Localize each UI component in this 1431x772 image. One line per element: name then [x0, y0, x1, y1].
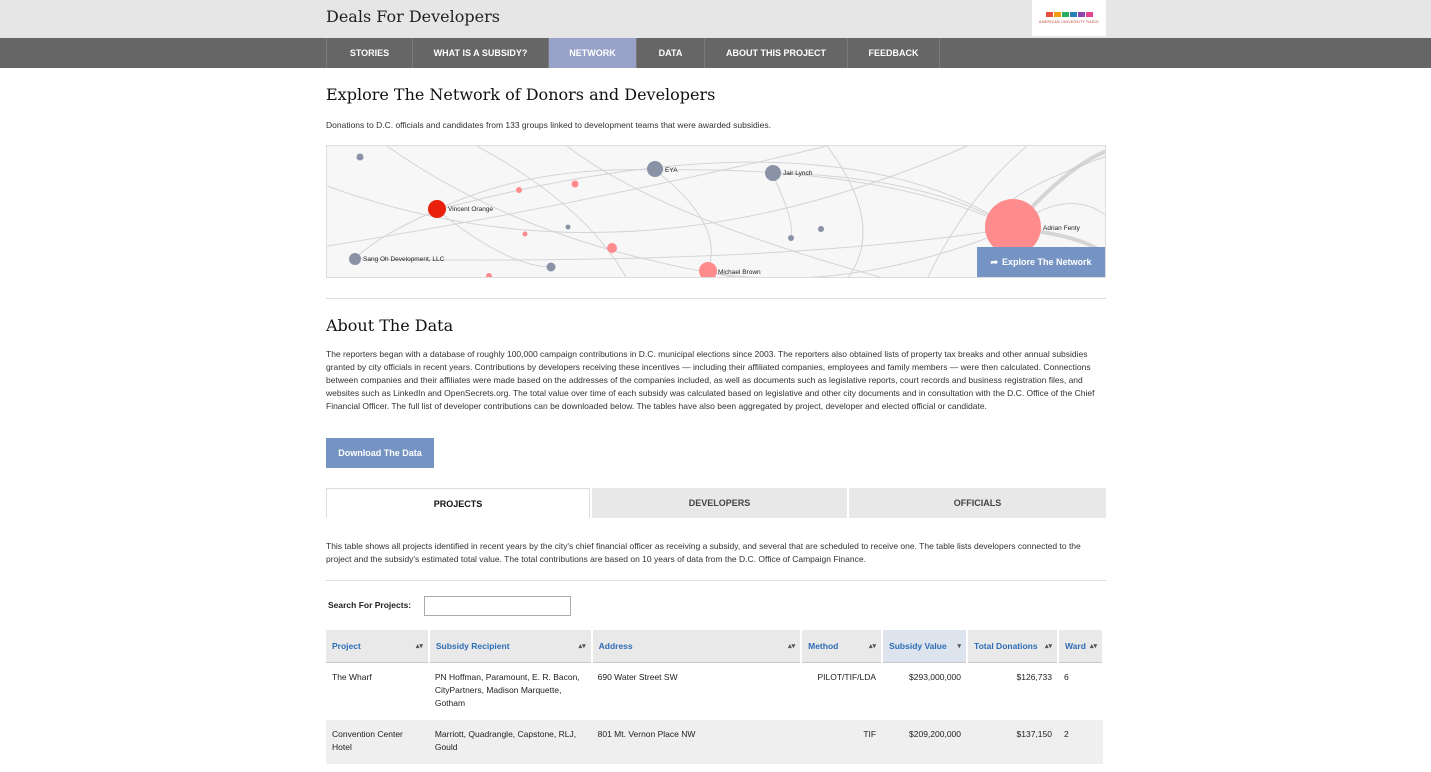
explore-network-label: Explore The Network: [1002, 257, 1092, 267]
tab-officials[interactable]: OFFICIALS: [849, 488, 1106, 518]
data-tabs: PROJECTS DEVELOPERS OFFICIALS: [326, 488, 1106, 518]
node-official: [522, 231, 528, 237]
main-nav-bar: STORIES WHAT IS A SUBSIDY? NETWORK DATA …: [0, 38, 1431, 68]
label-jair-lynch: Jair Lynch: [783, 170, 813, 177]
node-official: [571, 180, 579, 188]
column-header-address[interactable]: Address ▴▾: [591, 630, 803, 663]
cell-subsidy-recipient: PN Hoffman, Paramount, E. R. Bacon, City…: [434, 671, 580, 708]
node-developer: [818, 226, 824, 232]
tab-projects[interactable]: PROJECTS: [326, 488, 590, 518]
node-official: [607, 243, 617, 253]
logo-mark: [1045, 12, 1093, 17]
cell-method: TIF: [801, 719, 883, 764]
node-official: [486, 273, 492, 277]
about-heading: About The Data: [326, 316, 454, 335]
cell-address: 801 Mt. Vernon Place NW: [591, 719, 802, 764]
logo-color-block: [1077, 12, 1085, 17]
projects-table: Project ▴▾ Subsidy Recipient ▴▾ Address ▴▾ …: [326, 630, 1105, 764]
site-title[interactable]: Deals For Developers: [326, 7, 500, 26]
sort-arrows-icon: ▴▾: [578, 642, 586, 650]
node-developer: [788, 235, 794, 241]
node-jair-lynch: [765, 165, 781, 181]
cell-total-donations: $126,733: [1016, 671, 1052, 682]
logo-color-block: [1053, 12, 1061, 17]
sort-arrows-icon: ▴▾: [1089, 642, 1097, 650]
cell-method: PILOT/TIF/LDA: [817, 671, 877, 682]
nav-stories[interactable]: STORIES: [327, 38, 413, 68]
label-sang-oh-development: Sang Oh Development, LLC: [363, 256, 445, 263]
cell-subsidy-value: $209,200,000: [882, 719, 968, 764]
tab-developers[interactable]: DEVELOPERS: [592, 488, 847, 518]
column-header-project[interactable]: Project ▴▾: [326, 630, 430, 663]
cell-ward: 2: [1057, 719, 1103, 764]
logo-text: AMERICAN UNIVERSITY RADIO: [1039, 20, 1099, 24]
node-developer: [565, 224, 571, 230]
table-header-row: Project ▴▾ Subsidy Recipient ▴▾ Address ▴▾ …: [326, 630, 1105, 663]
nav-feedback[interactable]: FEEDBACK: [848, 38, 940, 68]
search-label: Search For Projects:: [328, 600, 412, 610]
node-sang-oh-development: [349, 253, 361, 265]
logo-color-block: [1069, 12, 1077, 17]
section-divider: [326, 580, 1106, 581]
label-michael-brown: Michael Brown: [718, 269, 761, 276]
node-developer: [356, 153, 364, 161]
sort-arrows-icon: ▴▾: [1044, 642, 1052, 650]
cell-subsidy-recipient: Marriott, Quadrangle, Capstone, RLJ, Gou…: [428, 719, 592, 764]
download-data-button[interactable]: Download The Data: [326, 438, 434, 468]
nav-data[interactable]: DATA: [637, 38, 705, 68]
cell-project: The Wharf: [332, 671, 372, 682]
column-header-subsidy-recipient[interactable]: Subsidy Recipient ▴▾: [428, 630, 593, 663]
cell-ward: 6: [1063, 671, 1069, 682]
node-eya: [647, 161, 663, 177]
table-row: The Wharf PN Hoffman, Paramount, E. R. B…: [326, 662, 1103, 720]
column-header-method[interactable]: Method ▴▾: [801, 630, 884, 663]
column-header-total-donations[interactable]: Total Donations ▴▾: [967, 630, 1059, 663]
about-text: The reporters began with a database of r…: [326, 349, 1095, 411]
nav-network[interactable]: NETWORK: [549, 38, 637, 68]
node-vincent-orange: [428, 200, 446, 218]
label-eya: EYA: [665, 167, 678, 174]
main-nav: STORIES WHAT IS A SUBSIDY? NETWORK DATA …: [326, 38, 940, 68]
column-header-ward[interactable]: Ward ▴▾: [1057, 630, 1105, 663]
cell-address: 690 Water Street SW: [597, 671, 678, 682]
cell-project: Convention Center Hotel: [326, 719, 429, 764]
sort-descending-icon: ▾: [957, 642, 962, 650]
sort-arrows-icon: ▴▾: [869, 642, 877, 650]
node-developer: [546, 262, 556, 272]
network-description: Donations to D.C. officials and candidat…: [326, 120, 771, 130]
network-heading: Explore The Network of Donors and Develo…: [326, 85, 716, 104]
explore-network-button[interactable]: ➦ Explore The Network: [977, 247, 1105, 277]
site-header: Deals For Developers AMERICAN UNIVERSITY…: [0, 0, 1431, 38]
node-michael-brown: [699, 262, 717, 277]
nav-about-this-project[interactable]: ABOUT THIS PROJECT: [705, 38, 848, 68]
logo-color-block: [1045, 12, 1053, 17]
share-arrow-icon: ➦: [990, 256, 998, 267]
logo-color-block: [1085, 12, 1093, 17]
table-row: Convention Center Hotel Marriott, Quadra…: [326, 719, 1103, 764]
label-vincent-orange: Vincent Orange: [448, 206, 493, 213]
projects-description: This table shows all projects identified…: [326, 541, 1081, 564]
section-divider: [326, 298, 1106, 299]
wamu-logo[interactable]: AMERICAN UNIVERSITY RADIO: [1032, 0, 1106, 36]
logo-color-block: [1061, 12, 1069, 17]
cell-total-donations: $137,150: [967, 719, 1058, 764]
search-projects-input[interactable]: [424, 596, 571, 616]
column-header-subsidy-value[interactable]: Subsidy Value ▾: [882, 630, 969, 663]
cell-subsidy-value: $293,000,000: [909, 671, 962, 682]
label-adrian-fenty: Adrian Fenty: [1043, 225, 1081, 232]
nav-what-is-a-subsidy[interactable]: WHAT IS A SUBSIDY?: [413, 38, 549, 68]
sort-arrows-icon: ▴▾: [788, 642, 796, 650]
network-preview[interactable]: Vincent Orange EYA Jair Lynch Adrian Fen…: [326, 145, 1106, 278]
node-official: [516, 187, 522, 193]
sort-arrows-icon: ▴▾: [415, 642, 423, 650]
